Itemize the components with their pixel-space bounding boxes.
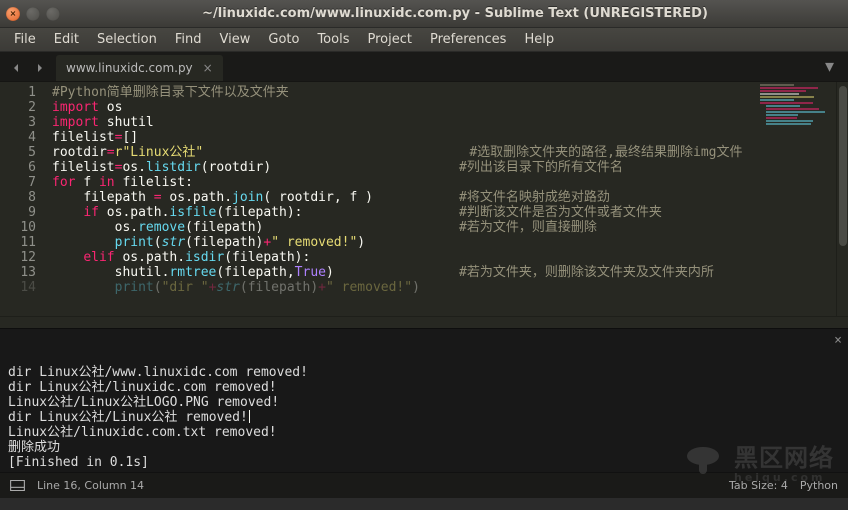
tab-history-forward-icon[interactable] (28, 55, 52, 81)
menu-preferences[interactable]: Preferences (422, 30, 514, 49)
status-tabsize[interactable]: Tab Size: 4 (729, 479, 788, 492)
menu-view[interactable]: View (212, 30, 259, 49)
tab-history-back-icon[interactable] (4, 55, 28, 81)
status-position[interactable]: Line 16, Column 14 (37, 479, 144, 492)
menu-file[interactable]: File (6, 30, 44, 49)
menubar: FileEditSelectionFindViewGotoToolsProjec… (0, 28, 848, 52)
menu-find[interactable]: Find (167, 30, 210, 49)
menu-goto[interactable]: Goto (260, 30, 307, 49)
horizontal-scrollbar[interactable] (0, 316, 848, 328)
window-title: ~/linuxidc.com/www.linuxidc.com.py - Sub… (68, 6, 842, 21)
console-line: Linux公社/linuxidc.com.txt removed! (8, 425, 840, 440)
menu-project[interactable]: Project (359, 30, 419, 49)
console-line: dir Linux公社/linuxidc.com removed! (8, 380, 840, 395)
console-line: Linux公社/Linux公社LOGO.PNG removed! (8, 395, 840, 410)
statusbar: Line 16, Column 14 Tab Size: 4 Python (0, 472, 848, 498)
status-syntax[interactable]: Python (800, 479, 838, 492)
window-controls: × (6, 7, 60, 21)
maximize-button[interactable] (46, 7, 60, 21)
menu-tools[interactable]: Tools (309, 30, 357, 49)
panel-close-icon[interactable]: × (834, 333, 842, 348)
scrollbar-thumb[interactable] (839, 86, 847, 246)
tab-label: www.linuxidc.com.py (66, 61, 193, 75)
titlebar: × ~/linuxidc.com/www.linuxidc.com.py - S… (0, 0, 848, 28)
console-line: dir Linux公社/Linux公社 removed! (8, 410, 840, 425)
console-line: 删除成功 (8, 440, 840, 455)
tab-close-icon[interactable]: × (203, 61, 213, 75)
tab-menu-icon[interactable]: ▾ (815, 52, 844, 81)
build-output-panel[interactable]: × dir Linux公社/www.linuxidc.com removed!d… (0, 328, 848, 472)
minimize-button[interactable] (26, 7, 40, 21)
tab-active[interactable]: www.linuxidc.com.py × (56, 55, 223, 81)
console-line: [Finished in 0.1s] (8, 455, 840, 470)
console-line: dir Linux公社/www.linuxidc.com removed! (8, 365, 840, 380)
vertical-scrollbar[interactable] (836, 82, 848, 316)
tabbar: www.linuxidc.com.py × ▾ (0, 52, 848, 82)
menu-selection[interactable]: Selection (89, 30, 165, 49)
menu-edit[interactable]: Edit (46, 30, 87, 49)
panel-switcher-icon[interactable] (10, 480, 25, 491)
editor[interactable]: 1234567891011121314 #Python简单删除目录下文件以及文件… (0, 82, 848, 316)
menu-help[interactable]: Help (516, 30, 562, 49)
close-button[interactable]: × (6, 7, 20, 21)
line-gutter: 1234567891011121314 (0, 82, 46, 316)
code-area[interactable]: #Python简单删除目录下文件以及文件夹import osimport shu… (46, 82, 836, 316)
minimap[interactable] (758, 84, 836, 160)
